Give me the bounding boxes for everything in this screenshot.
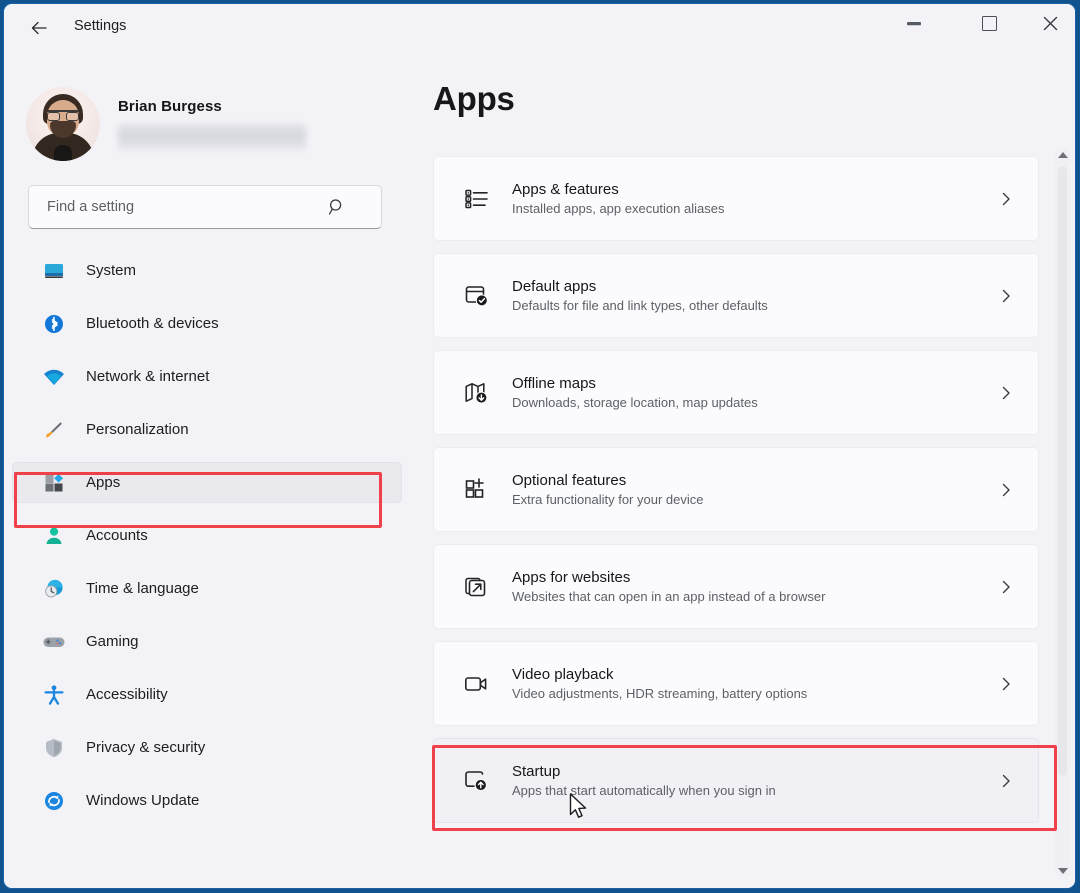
card-title: Apps for websites	[512, 569, 825, 586]
clock-globe-icon	[40, 578, 68, 600]
chevron-right-icon	[998, 676, 1014, 692]
sidebar-nav: System Bluetooth & devices	[12, 250, 402, 833]
search-icon	[323, 198, 351, 216]
settings-card-default-apps[interactable]: Default apps Defaults for file and link …	[433, 253, 1039, 338]
card-subtitle: Installed apps, app execution aliases	[512, 201, 724, 216]
sidebar-item-privacy-security[interactable]: Privacy & security	[12, 727, 402, 768]
apps-grid-icon	[40, 472, 68, 494]
account-name: Brian Burgess	[118, 98, 306, 115]
sidebar-item-label: Accessibility	[86, 686, 168, 703]
chevron-right-icon	[998, 288, 1014, 304]
sidebar-item-label: Privacy & security	[86, 739, 205, 756]
settings-card-startup[interactable]: Startup Apps that start automatically wh…	[433, 738, 1039, 823]
monitor-icon	[40, 260, 68, 282]
map-download-icon	[459, 379, 495, 407]
wifi-icon	[40, 366, 68, 388]
scroll-up-arrow-icon[interactable]	[1055, 148, 1070, 162]
minimize-icon	[907, 22, 921, 25]
search-input[interactable]	[45, 198, 321, 216]
sidebar-item-label: System	[86, 262, 136, 279]
card-subtitle: Downloads, storage location, map updates	[512, 395, 758, 410]
sidebar-item-label: Network & internet	[86, 368, 209, 385]
settings-card-apps-for-websites[interactable]: Apps for websites Websites that can open…	[433, 544, 1039, 629]
grid-plus-icon	[459, 476, 495, 504]
external-link-pages-icon	[459, 573, 495, 601]
card-title: Offline maps	[512, 375, 758, 392]
main-scrollbar[interactable]	[1055, 148, 1070, 878]
shield-icon	[40, 737, 68, 759]
sidebar-item-label: Windows Update	[86, 792, 199, 809]
bluetooth-icon	[40, 313, 68, 335]
maximize-icon	[982, 16, 997, 31]
settings-card-video-playback[interactable]: Video playback Video adjustments, HDR st…	[433, 641, 1039, 726]
sidebar-item-network-internet[interactable]: Network & internet	[12, 356, 402, 397]
card-subtitle: Defaults for file and link types, other …	[512, 298, 768, 313]
settings-card-optional-features[interactable]: Optional features Extra functionality fo…	[433, 447, 1039, 532]
chevron-right-icon	[998, 579, 1014, 595]
close-icon	[1043, 16, 1058, 31]
account-email-redacted	[118, 124, 306, 150]
settings-card-offline-maps[interactable]: Offline maps Downloads, storage location…	[433, 350, 1039, 435]
sidebar-item-label: Bluetooth & devices	[86, 315, 219, 332]
sidebar-item-label: Apps	[86, 474, 120, 491]
accessibility-icon	[40, 684, 68, 706]
title-bar: Settings	[4, 4, 1075, 52]
sidebar-item-label: Gaming	[86, 633, 139, 650]
card-subtitle: Extra functionality for your device	[512, 492, 703, 507]
card-subtitle: Video adjustments, HDR streaming, batter…	[512, 686, 807, 701]
sidebar-item-windows-update[interactable]: Windows Update	[12, 780, 402, 821]
minimize-button[interactable]	[891, 4, 937, 42]
scroll-down-arrow-icon[interactable]	[1055, 864, 1070, 878]
list-bullets-icon	[459, 185, 495, 213]
sidebar-item-gaming[interactable]: Gaming	[12, 621, 402, 662]
card-title: Startup	[512, 763, 776, 780]
person-icon	[40, 525, 68, 547]
back-arrow-icon	[29, 18, 49, 38]
chevron-right-icon	[998, 482, 1014, 498]
avatar	[26, 87, 100, 161]
paintbrush-icon	[40, 419, 68, 441]
maximize-button[interactable]	[966, 4, 1012, 42]
sidebar-item-label: Accounts	[86, 527, 148, 544]
chevron-right-icon	[998, 385, 1014, 401]
update-refresh-icon	[40, 790, 68, 812]
settings-window: Settings Brian Burgess	[4, 4, 1075, 888]
video-camera-icon	[459, 670, 495, 698]
gamepad-icon	[40, 631, 68, 653]
sidebar-item-personalization[interactable]: Personalization	[12, 409, 402, 450]
selection-indicator	[14, 472, 17, 493]
sidebar: Brian Burgess	[4, 52, 416, 888]
chevron-right-icon	[998, 191, 1014, 207]
chevron-right-icon	[998, 773, 1014, 789]
sidebar-item-label: Personalization	[86, 421, 189, 438]
settings-card-apps-features[interactable]: Apps & features Installed apps, app exec…	[433, 156, 1039, 241]
sidebar-item-bluetooth-devices[interactable]: Bluetooth & devices	[12, 303, 402, 344]
sidebar-item-label: Time & language	[86, 580, 199, 597]
scrollbar-thumb[interactable]	[1058, 166, 1067, 776]
card-subtitle: Apps that start automatically when you s…	[512, 783, 776, 798]
app-title: Settings	[74, 18, 126, 34]
page-title: Apps	[433, 80, 515, 118]
search-box[interactable]	[28, 185, 382, 229]
sidebar-item-apps[interactable]: Apps	[12, 462, 402, 503]
card-subtitle: Websites that can open in an app instead…	[512, 589, 825, 604]
sidebar-item-accessibility[interactable]: Accessibility	[12, 674, 402, 715]
sidebar-item-accounts[interactable]: Accounts	[12, 515, 402, 556]
account-tile[interactable]: Brian Burgess	[26, 78, 366, 170]
card-title: Default apps	[512, 278, 768, 295]
back-button[interactable]	[22, 12, 56, 44]
card-title: Optional features	[512, 472, 703, 489]
close-button[interactable]	[1027, 4, 1073, 42]
startup-upload-icon	[459, 767, 495, 795]
sidebar-item-time-language[interactable]: Time & language	[12, 568, 402, 609]
window-check-icon	[459, 282, 495, 310]
card-title: Apps & features	[512, 181, 724, 198]
main-content: Apps Apps & features Insta	[416, 52, 1075, 888]
sidebar-item-system[interactable]: System	[12, 250, 402, 291]
settings-card-list: Apps & features Installed apps, app exec…	[433, 156, 1039, 835]
card-title: Video playback	[512, 666, 807, 683]
